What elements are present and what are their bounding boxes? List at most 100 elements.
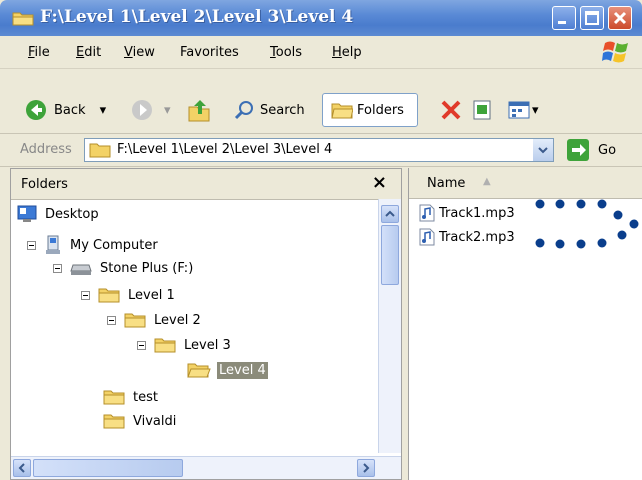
menu-favorites-label: Favorites bbox=[180, 45, 239, 60]
column-name-label: Name bbox=[427, 176, 466, 191]
collapse-toggle[interactable] bbox=[27, 240, 36, 250]
collapse-toggle[interactable] bbox=[81, 290, 90, 300]
scroll-thumb[interactable] bbox=[381, 225, 399, 285]
chevron-right-icon bbox=[363, 463, 370, 473]
maximize-button[interactable] bbox=[580, 6, 604, 30]
folder-icon bbox=[89, 143, 111, 158]
tree-label: test bbox=[133, 389, 158, 405]
forward-dropdown-icon[interactable]: ▾ bbox=[164, 103, 171, 118]
minimize-button[interactable] bbox=[552, 6, 576, 30]
scroll-right-button[interactable] bbox=[357, 459, 375, 477]
tree-label: Level 1 bbox=[128, 287, 175, 303]
up-folder-button[interactable] bbox=[186, 95, 212, 125]
folders-label: Folders bbox=[357, 102, 404, 118]
tree-label: Vivaldi bbox=[133, 413, 177, 429]
menu-view-accel: V bbox=[124, 45, 133, 60]
file-name: Track1.mp3 bbox=[439, 205, 515, 221]
tree-item-desktop[interactable]: Desktop bbox=[17, 205, 101, 223]
tree-label: Desktop bbox=[45, 206, 99, 222]
desktop-icon bbox=[17, 205, 37, 222]
tree-item-level-3[interactable]: Level 3 bbox=[137, 336, 233, 354]
chevron-up-icon bbox=[385, 210, 395, 217]
search-label: Search bbox=[260, 102, 305, 118]
annotation-dots bbox=[535, 199, 639, 249]
close-button[interactable] bbox=[608, 6, 632, 30]
go-button[interactable]: Go bbox=[566, 138, 616, 162]
file-item-track2[interactable]: Track2.mp3 bbox=[419, 228, 515, 246]
explorer-window: F:\Level 1\Level 2\Level 3\Level 4 File … bbox=[0, 0, 642, 480]
toolbar: Back ▾ ▾ Search Folders ▾ bbox=[0, 69, 642, 134]
menu-file[interactable]: File bbox=[28, 45, 50, 60]
delete-x-icon bbox=[441, 100, 461, 120]
folders-pane: Folders × Desktop My Computer Stone Plus… bbox=[10, 168, 402, 480]
menu-help[interactable]: Help bbox=[332, 45, 362, 60]
scroll-left-button[interactable] bbox=[13, 459, 31, 477]
collapse-toggle[interactable] bbox=[137, 340, 146, 350]
folder-icon bbox=[154, 338, 176, 353]
folder-icon bbox=[124, 313, 146, 328]
tree-item-my-computer[interactable]: My Computer bbox=[27, 235, 160, 255]
scroll-up-button[interactable] bbox=[381, 205, 399, 223]
forward-arrow-icon bbox=[132, 100, 152, 120]
menu-tools[interactable]: Tools bbox=[270, 45, 302, 60]
close-icon bbox=[613, 11, 627, 25]
folder-icon bbox=[103, 414, 125, 429]
folder-icon bbox=[98, 288, 120, 303]
collapse-toggle[interactable] bbox=[107, 315, 116, 325]
menu-view[interactable]: View bbox=[124, 45, 155, 60]
sort-ascending-icon: ▲ bbox=[483, 176, 491, 187]
up-folder-icon bbox=[188, 100, 210, 122]
file-item-track1[interactable]: Track1.mp3 bbox=[419, 204, 515, 222]
go-label: Go bbox=[598, 142, 617, 158]
minimize-icon bbox=[558, 21, 566, 24]
maximize-icon bbox=[585, 11, 599, 25]
computer-icon bbox=[46, 235, 60, 254]
menu-tools-label: ools bbox=[275, 45, 303, 60]
horizontal-scrollbar[interactable] bbox=[11, 456, 401, 479]
menu-edit[interactable]: Edit bbox=[76, 45, 101, 60]
back-button[interactable]: Back ▾ bbox=[24, 95, 106, 125]
tree-item-level-4[interactable]: Level 4 bbox=[187, 361, 268, 379]
close-icon[interactable]: × bbox=[372, 172, 387, 193]
tree-item-test[interactable]: test bbox=[103, 388, 160, 406]
file-name: Track2.mp3 bbox=[439, 229, 515, 245]
views-button[interactable]: ▾ bbox=[508, 95, 539, 125]
menu-file-label: ile bbox=[34, 45, 50, 60]
folders-button[interactable]: Folders bbox=[322, 93, 418, 127]
menu-bar: File Edit View Favorites Tools Help bbox=[0, 36, 642, 69]
delete-button[interactable] bbox=[440, 95, 462, 125]
folder-icon bbox=[103, 390, 125, 405]
tree-item-vivaldi[interactable]: Vivaldi bbox=[103, 412, 178, 430]
back-label: Back bbox=[54, 102, 86, 118]
views-icon bbox=[508, 101, 530, 119]
tree-label: Level 3 bbox=[184, 337, 231, 353]
collapse-toggle[interactable] bbox=[53, 264, 62, 273]
search-button[interactable]: Search bbox=[234, 95, 305, 125]
copy-to-button[interactable] bbox=[472, 95, 492, 125]
search-icon bbox=[234, 101, 253, 120]
title-bar[interactable]: F:\Level 1\Level 2\Level 3\Level 4 bbox=[0, 0, 642, 36]
chevron-down-icon bbox=[538, 147, 548, 154]
tree-item-stone-plus[interactable]: Stone Plus (F:) bbox=[53, 260, 195, 277]
tree-item-level-1[interactable]: Level 1 bbox=[81, 286, 177, 304]
copy-to-icon bbox=[473, 100, 491, 120]
tree-label: My Computer bbox=[70, 237, 158, 253]
audio-file-icon bbox=[419, 228, 435, 246]
chevron-left-icon bbox=[18, 463, 25, 473]
address-dropdown-button[interactable] bbox=[533, 139, 553, 161]
views-dropdown-icon[interactable]: ▾ bbox=[532, 103, 539, 118]
windows-logo-icon bbox=[602, 41, 628, 63]
forward-button[interactable]: ▾ bbox=[130, 95, 171, 125]
folders-pane-header: Folders × bbox=[11, 169, 401, 200]
address-value: F:\Level 1\Level 2\Level 3\Level 4 bbox=[117, 142, 333, 157]
menu-help-label: elp bbox=[341, 45, 362, 60]
tree-item-level-2[interactable]: Level 2 bbox=[107, 311, 203, 329]
folders-icon bbox=[331, 103, 353, 119]
scroll-thumb-horizontal[interactable] bbox=[33, 459, 183, 477]
address-input[interactable]: F:\Level 1\Level 2\Level 3\Level 4 bbox=[84, 138, 554, 162]
folders-pane-title: Folders bbox=[21, 177, 68, 192]
back-dropdown-icon[interactable]: ▾ bbox=[100, 103, 107, 118]
window-title: F:\Level 1\Level 2\Level 3\Level 4 bbox=[40, 7, 354, 27]
menu-favorites[interactable]: Favorites bbox=[180, 45, 239, 60]
vertical-scrollbar[interactable] bbox=[378, 199, 401, 453]
